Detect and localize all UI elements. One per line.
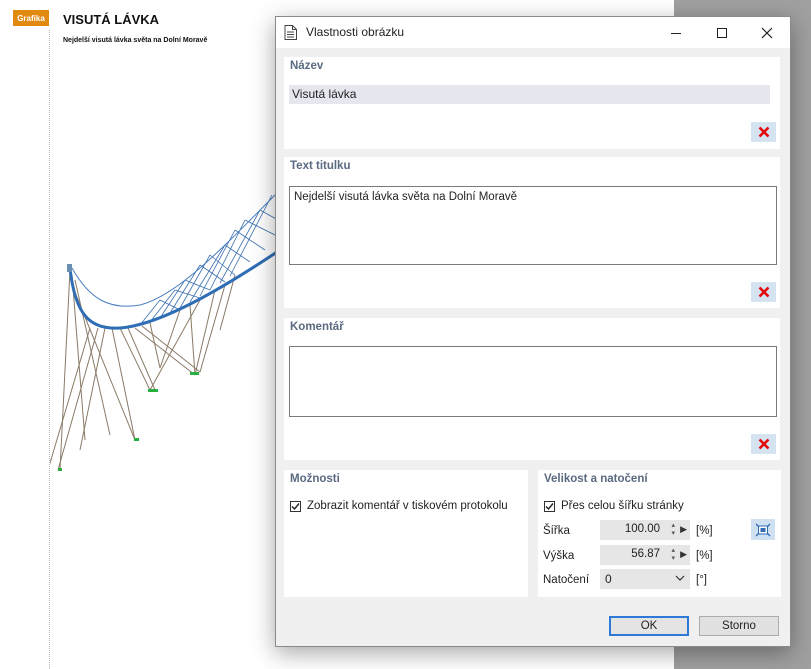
dialog-title: Vlastnosti obrázku [306,25,405,39]
checkmark-icon [545,503,554,511]
height-label: Výška [543,550,575,562]
report-tag: Grafika [13,10,49,26]
rotation-label: Natočení [543,574,590,586]
rotation-value: 0 [605,572,612,586]
full-width-checkbox[interactable] [544,501,555,512]
comment-section: Komentář [284,318,780,460]
width-label: Šířka [543,525,570,537]
delete-icon [758,286,769,298]
height-value: 56.87 [631,548,660,560]
comment-heading: Komentář [290,321,344,333]
comment-delete-button[interactable] [751,434,776,454]
caption-section: Text titulku Nejdelší visutá lávka světa… [284,157,780,308]
dialog-titlebar[interactable]: Vlastnosti obrázku [276,17,790,48]
document-icon [284,25,297,40]
show-comment-label[interactable]: Zobrazit komentář v tiskovém protokolu [307,500,508,512]
show-comment-checkbox[interactable] [290,501,301,512]
minimize-icon [671,32,681,34]
picture-properties-dialog: Vlastnosti obrázku Název Visutá lávka Te… [275,16,791,647]
comment-textarea[interactable] [289,346,777,417]
name-field[interactable]: Visutá lávka [289,85,770,104]
delete-icon [758,438,769,450]
height-unit: [%] [696,550,713,562]
rotation-select[interactable]: 0 [600,569,690,589]
size-heading: Velikost a natočení [544,473,648,485]
report-subtitle: Nejdelší visutá lávka světa na Dolní Mor… [63,37,208,44]
delete-icon [758,126,769,138]
full-width-label[interactable]: Přes celou šířku stránky [561,500,684,512]
caption-delete-button[interactable] [751,282,776,302]
bridge-image [50,189,280,471]
caption-textarea[interactable]: Nejdelší visutá lávka světa na Dolní Mor… [289,186,777,265]
ok-button[interactable]: OK [609,616,689,636]
width-unit: [%] [696,525,713,537]
close-icon [761,27,773,38]
fit-size-button[interactable] [751,519,775,540]
maximize-icon [717,27,727,38]
minimize-button[interactable] [653,17,699,48]
width-spinbox[interactable]: 100.00 ▴ ▾ ▶ [600,520,690,540]
cancel-button[interactable]: Storno [699,616,779,636]
chevron-down-icon [675,575,685,581]
fit-size-icon [755,523,771,536]
size-section: Velikost a natočení Přes celou šířku str… [538,470,781,597]
height-spinbox[interactable]: 56.87 ▴ ▾ ▶ [600,545,690,565]
name-section: Název Visutá lávka [284,57,780,149]
checkmark-icon [291,503,300,511]
caption-heading: Text titulku [290,160,351,172]
step-arrow-icon[interactable]: ▶ [680,549,687,560]
options-section: Možnosti Zobrazit komentář v tiskovém pr… [284,470,528,597]
close-button[interactable] [744,17,790,48]
name-delete-button[interactable] [751,122,776,142]
width-value: 100.00 [624,523,660,535]
step-arrow-icon[interactable]: ▶ [680,524,687,535]
spin-arrows-icon[interactable]: ▴ ▾ [671,522,675,538]
report-title: VISUTÁ LÁVKA [63,12,160,27]
rotation-unit: [°] [696,574,707,586]
options-heading: Možnosti [290,473,340,485]
name-heading: Název [290,60,324,72]
maximize-button[interactable] [699,17,745,48]
spin-arrows-icon[interactable]: ▴ ▾ [671,547,675,563]
